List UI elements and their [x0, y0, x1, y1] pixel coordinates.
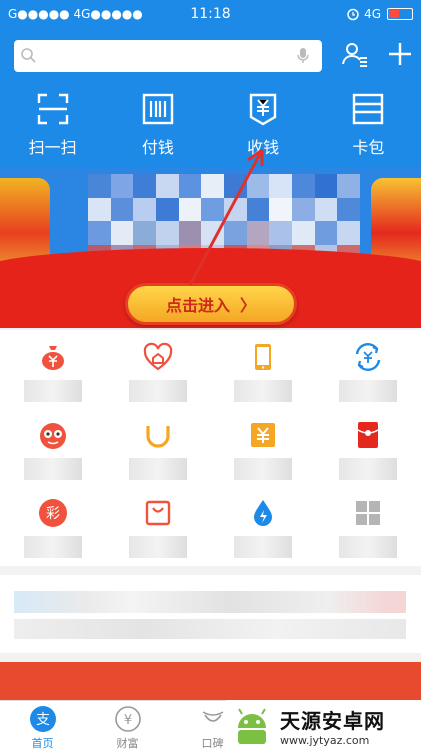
app-grid-item[interactable]: [213, 330, 313, 408]
item-label-blurred: [234, 536, 293, 558]
item-label-blurred: [128, 536, 187, 558]
app-grid-row: 彩: [0, 486, 421, 564]
quick-action-scan[interactable]: 扫一扫: [3, 92, 103, 162]
search-box[interactable]: [14, 40, 322, 72]
item-label-blurred: [23, 380, 82, 402]
app-grid-item[interactable]: [108, 486, 208, 564]
enter-button[interactable]: 点击进入 〉: [125, 283, 297, 325]
item-label-blurred: [128, 458, 187, 480]
glasses-face-icon: [39, 423, 66, 449]
plus-icon[interactable]: [386, 40, 414, 68]
quick-action-label: 卡包: [352, 138, 385, 157]
pay-icon: [142, 93, 174, 125]
lottery-glyph: 彩: [46, 506, 60, 522]
tab-label: 财富: [116, 737, 139, 750]
app-grid: 彩: [0, 330, 421, 566]
android-logo-icon: [238, 708, 266, 744]
app-grid-item[interactable]: [108, 408, 208, 486]
alipay-home-icon: 支: [29, 706, 56, 732]
tab-label: 首页: [31, 737, 54, 750]
watermark-text: 天源安卓网 www.jytyaz.com: [280, 705, 385, 747]
item-label-blurred: [339, 458, 398, 480]
money-bag-icon: [41, 346, 64, 370]
status-bar: G●●●●● 4G●●●●● 11:18 4G: [0, 0, 421, 28]
tab-wealth[interactable]: ¥ 财富: [85, 701, 170, 752]
quick-action-receive[interactable]: 收钱: [213, 92, 313, 162]
promo-strip[interactable]: [0, 662, 421, 702]
quick-actions: 扫一扫 付钱 收钱 卡包: [0, 92, 421, 162]
site-watermark: 天源安卓网 www.jytyaz.com: [226, 700, 421, 752]
lottery-icon: 彩: [38, 499, 67, 527]
item-label-blurred: [128, 380, 187, 402]
app-grid-item[interactable]: [3, 330, 103, 408]
contacts-icon[interactable]: [340, 40, 370, 70]
receive-money-icon: [249, 93, 277, 126]
item-label-blurred: [234, 458, 293, 480]
wealth-icon: ¥: [114, 706, 141, 732]
currency-exchange-icon: [356, 343, 381, 371]
shopping-bag-icon: [145, 500, 171, 526]
water-drop-icon: [254, 500, 273, 526]
item-label-blurred: [23, 458, 82, 480]
card-wallet-icon: [353, 93, 384, 125]
scan-icon: [37, 93, 68, 125]
app-grid-item[interactable]: [3, 408, 103, 486]
home-glyph: 支: [36, 712, 50, 728]
tab-label: 口碑: [201, 737, 224, 750]
enter-button-label: 点击进入: [165, 298, 230, 315]
app-grid-item[interactable]: [213, 408, 313, 486]
item-label-blurred: [23, 536, 82, 558]
quick-action-pay[interactable]: 付钱: [108, 92, 208, 162]
heart-home-icon: [143, 342, 173, 371]
header: 扫一扫 付钱 收钱 卡包: [0, 28, 421, 168]
red-envelope-icon: [358, 422, 379, 448]
watermark-url: www.jytyaz.com: [280, 734, 370, 747]
blurred-line: [14, 591, 406, 613]
item-label-blurred: [339, 536, 398, 558]
phone-icon: [255, 344, 272, 370]
app-grid-item[interactable]: [318, 486, 418, 564]
app-grid-item[interactable]: 彩: [3, 486, 103, 564]
yuan-tag-icon: [251, 423, 276, 447]
taxi-icon: [146, 426, 170, 448]
clock: 11:18: [190, 6, 231, 22]
wealth-glyph: ¥: [123, 713, 131, 728]
quick-action-label: 扫一扫: [28, 138, 77, 157]
search-input[interactable]: [36, 40, 286, 72]
item-label-blurred: [339, 380, 398, 402]
quick-action-card-wallet[interactable]: 卡包: [318, 92, 418, 162]
blurred-content-card[interactable]: [0, 575, 421, 653]
quick-action-label: 收钱: [247, 138, 280, 157]
item-label-blurred: [234, 380, 293, 402]
app-grid-item[interactable]: [108, 330, 208, 408]
quick-action-label: 付钱: [141, 138, 174, 157]
app-grid-row: [0, 408, 421, 486]
more-grid-icon: [356, 501, 381, 525]
blurred-line: [14, 619, 406, 639]
app-grid-item[interactable]: [318, 408, 418, 486]
microphone-icon[interactable]: [296, 47, 310, 65]
chevron-right-icon: 〉: [240, 298, 257, 315]
watermark-title: 天源安卓网: [280, 709, 385, 733]
koubei-icon: [202, 711, 223, 722]
app-grid-item[interactable]: [318, 330, 418, 408]
tab-home[interactable]: 支 首页: [0, 701, 85, 752]
battery-icon: [387, 8, 413, 20]
app-grid-row: [0, 330, 421, 408]
app-grid-item[interactable]: [213, 486, 313, 564]
